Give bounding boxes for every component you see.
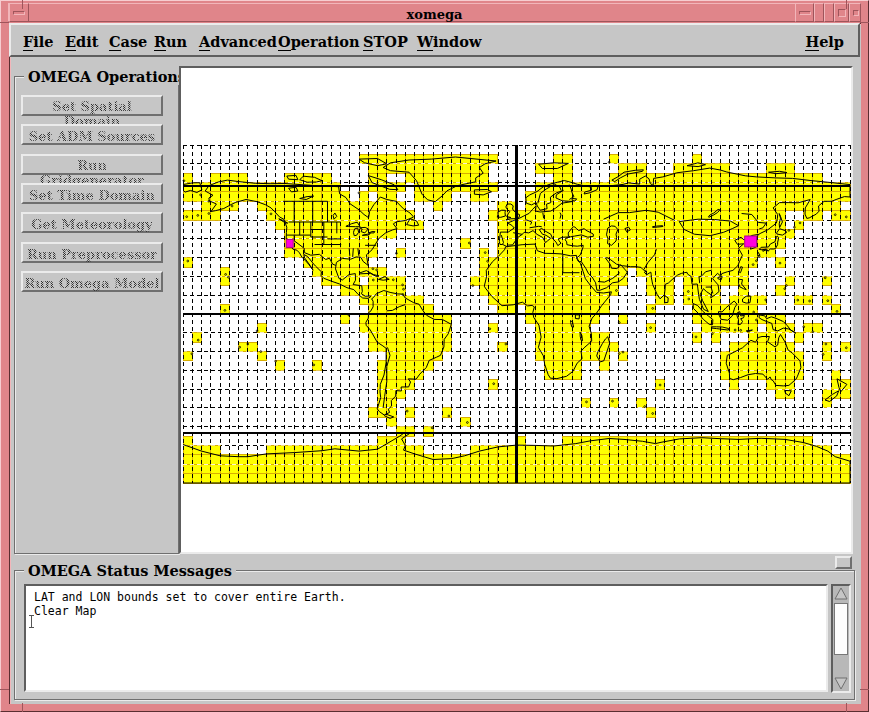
scrollbar-up-arrow[interactable]	[834, 587, 848, 600]
scrollbar-down-arrow[interactable]	[834, 677, 848, 690]
menu-help[interactable]: Help	[805, 33, 844, 50]
window-extra-icon	[853, 10, 859, 16]
frame-cut	[0, 689, 9, 690]
titlebar-spacer-1	[814, 3, 824, 22]
button-set-spatial-domain[interactable]: Set Spatial Domain	[21, 95, 163, 116]
titlebar-spacer-2	[824, 3, 834, 22]
frame-cut	[846, 703, 847, 712]
menu-advanced[interactable]: Advanced	[199, 33, 277, 50]
scrollbar-thumb[interactable]	[834, 603, 848, 655]
menu-operation[interactable]: Operation	[278, 33, 359, 50]
menu-window[interactable]: Window	[417, 33, 481, 50]
button-run-omega-model[interactable]: Run Omega Model	[21, 271, 163, 292]
status-text-area[interactable]: LAT and LON bounds set to cover entire E…	[24, 584, 828, 692]
frame-cut	[860, 22, 869, 23]
menu-stop[interactable]: STOP	[363, 33, 408, 50]
menu-case[interactable]: Case	[109, 33, 147, 50]
resize-grip[interactable]	[835, 556, 852, 569]
omega-operations-title: OMEGA Operations	[24, 68, 190, 85]
window-extra-button[interactable]	[849, 3, 861, 22]
window-menu-icon	[13, 11, 25, 15]
window-minimize-button[interactable]	[795, 3, 814, 22]
button-run-preprocessor[interactable]: Run Preprocessor	[21, 242, 163, 263]
titlebar[interactable]: xomega	[8, 3, 861, 22]
frame-cut	[860, 689, 869, 690]
button-get-meteorology[interactable]: Get Meteorology	[21, 212, 163, 233]
menu-file[interactable]: File	[23, 33, 54, 50]
text-cursor	[31, 615, 32, 628]
minimize-icon	[799, 11, 811, 15]
button-set-adm-sources[interactable]: Set ADM Sources	[21, 124, 163, 145]
window-menu-button[interactable]	[9, 3, 29, 22]
frame-cut	[846, 0, 847, 9]
omega-status-title: OMEGA Status Messages	[24, 562, 236, 579]
omega-operations-panel: OMEGA Operations Set Spatial DomainSet A…	[14, 76, 179, 554]
button-set-time-domain[interactable]: Set Time Domain	[21, 183, 163, 204]
frame-cut	[22, 703, 23, 712]
window-title: xomega	[9, 7, 860, 22]
menu-edit[interactable]: Edit	[65, 33, 98, 50]
button-run-gridgenerator[interactable]: Run Gridgenerator	[21, 154, 163, 175]
menu-run[interactable]: Run	[154, 33, 187, 50]
map-canvas[interactable]	[179, 66, 853, 554]
status-scrollbar[interactable]	[831, 584, 851, 693]
menu-bar: File Edit Case Run AdvancedOperationSTOP Wind…	[9, 23, 860, 57]
maximize-icon	[838, 9, 846, 17]
frame-cut	[22, 0, 23, 9]
frame-cut	[0, 22, 9, 23]
